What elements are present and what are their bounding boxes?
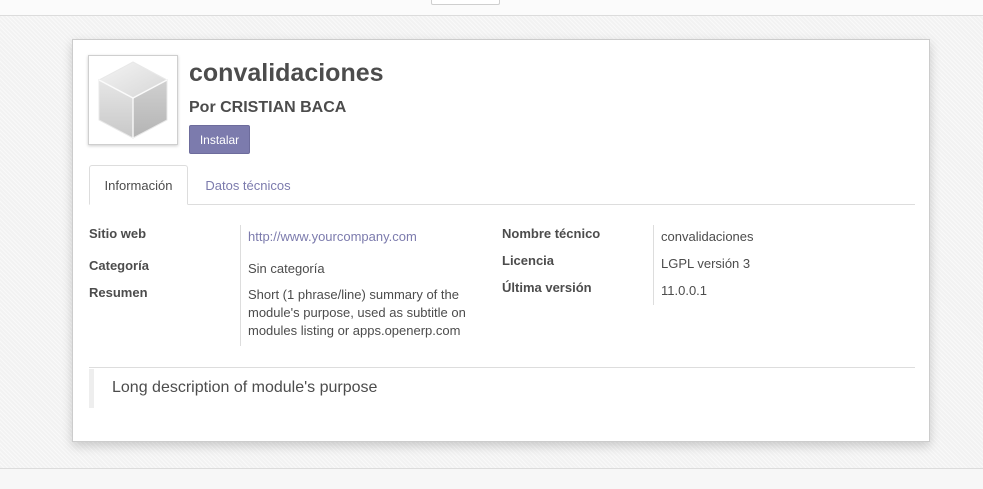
technical-name-value: convalidaciones xyxy=(661,229,754,244)
category-label: Categoría xyxy=(89,258,149,273)
top-control-bar xyxy=(0,0,983,16)
description-divider xyxy=(89,367,915,368)
description-quote-bar xyxy=(89,369,94,408)
control-panel-button[interactable] xyxy=(431,0,500,5)
bottom-area xyxy=(0,469,983,489)
install-button[interactable]: Instalar xyxy=(189,125,250,154)
tab-informacion[interactable]: Información xyxy=(89,165,188,205)
website-link[interactable]: http://www.yourcompany.com xyxy=(248,229,417,244)
technical-name-label: Nombre técnico xyxy=(502,226,601,241)
tab-datos-tecnicos[interactable]: Datos técnicos xyxy=(195,165,301,205)
module-form-sheet: convalidaciones Por CRISTIAN BACA Instal… xyxy=(72,39,930,442)
cube-icon xyxy=(88,55,178,145)
summary-label: Resumen xyxy=(89,285,148,300)
license-value: LGPL versión 3 xyxy=(661,256,751,271)
module-author: Por CRISTIAN BACA xyxy=(189,99,347,116)
license-label: Licencia xyxy=(502,253,555,268)
latest-version-value: 11.0.0.1 xyxy=(661,283,708,298)
module-title: convalidaciones xyxy=(189,59,384,87)
latest-version-label: Última versión xyxy=(502,280,592,295)
module-description: Long description of module's purpose xyxy=(112,379,378,396)
right-group-separator xyxy=(653,225,654,305)
summary-value: Short (1 phrase/line) summary of the mod… xyxy=(248,287,466,338)
category-value: Sin categoría xyxy=(248,261,325,276)
website-label: Sitio web xyxy=(89,226,147,241)
left-group-separator xyxy=(240,225,241,346)
